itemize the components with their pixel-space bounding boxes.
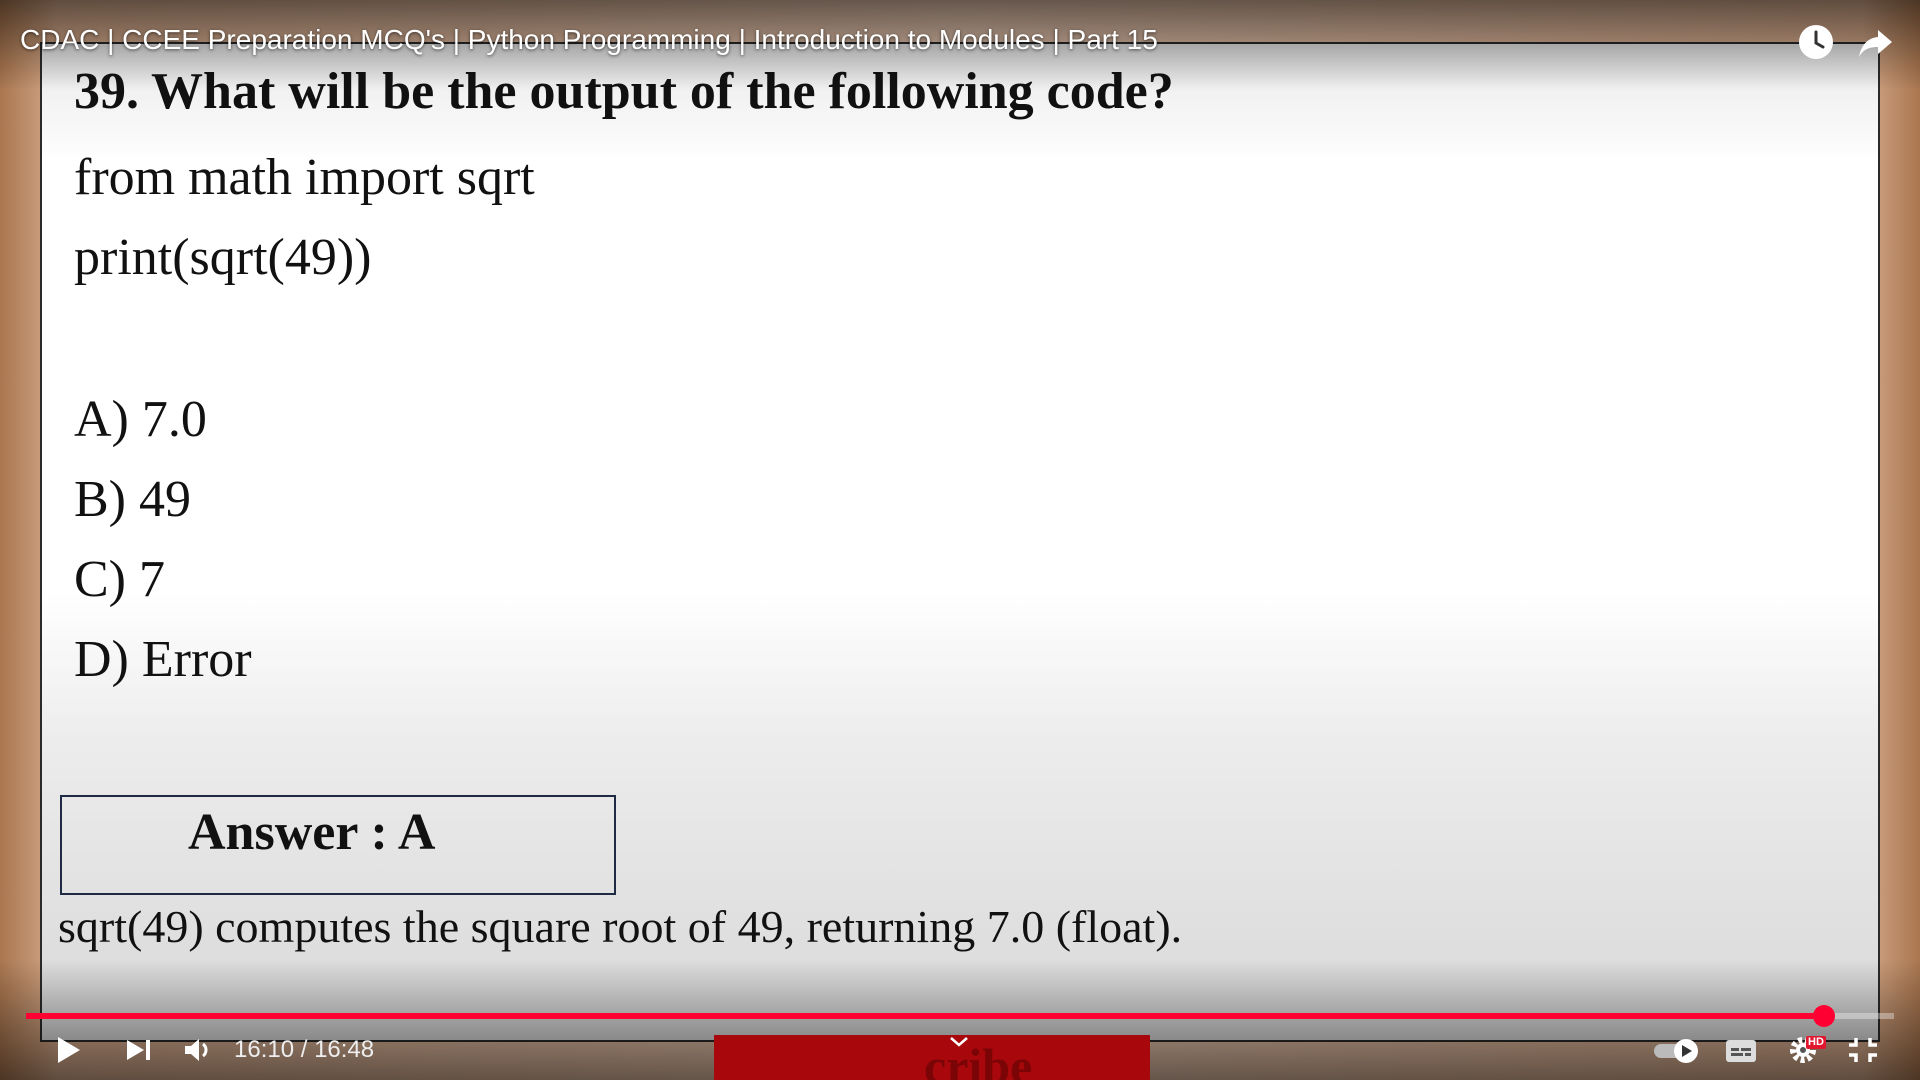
code-line-2: print(sqrt(49)): [74, 229, 372, 286]
chevron-down-icon: [950, 1037, 968, 1047]
answer-box: Answer : A: [60, 795, 616, 895]
progress-bar[interactable]: [26, 1005, 1894, 1027]
autoplay-toggle-icon[interactable]: [1652, 1032, 1702, 1068]
explanation-text: sqrt(49) computes the square root of 49,…: [58, 901, 1183, 952]
subscribe-banner[interactable]: cribe: [714, 1035, 1150, 1080]
next-icon[interactable]: [122, 1032, 156, 1068]
subtitles-icon[interactable]: [1724, 1032, 1758, 1068]
code-line-1: from math import sqrt: [74, 149, 535, 206]
progress-played: [26, 1013, 1824, 1019]
play-icon[interactable]: [50, 1032, 86, 1068]
volume-icon[interactable]: [180, 1032, 216, 1068]
hd-badge: HD: [1806, 1036, 1826, 1049]
scrubber-handle[interactable]: [1812, 1005, 1835, 1027]
answer-text: Answer : A: [188, 804, 436, 861]
option-b: B) 49: [74, 471, 191, 528]
subscribe-text: cribe: [924, 1038, 1033, 1080]
option-d: D) Error: [74, 631, 252, 688]
time-display: 16:10 / 16:48: [234, 1036, 375, 1063]
option-c: C) 7: [74, 551, 165, 608]
watch-later-icon[interactable]: [1796, 22, 1836, 62]
share-icon[interactable]: [1856, 22, 1896, 62]
option-a: A) 7.0: [74, 391, 207, 448]
exit-fullscreen-icon[interactable]: [1846, 1032, 1880, 1068]
video-title[interactable]: CDAC | CCEE Preparation MCQ's | Python P…: [20, 24, 1158, 56]
